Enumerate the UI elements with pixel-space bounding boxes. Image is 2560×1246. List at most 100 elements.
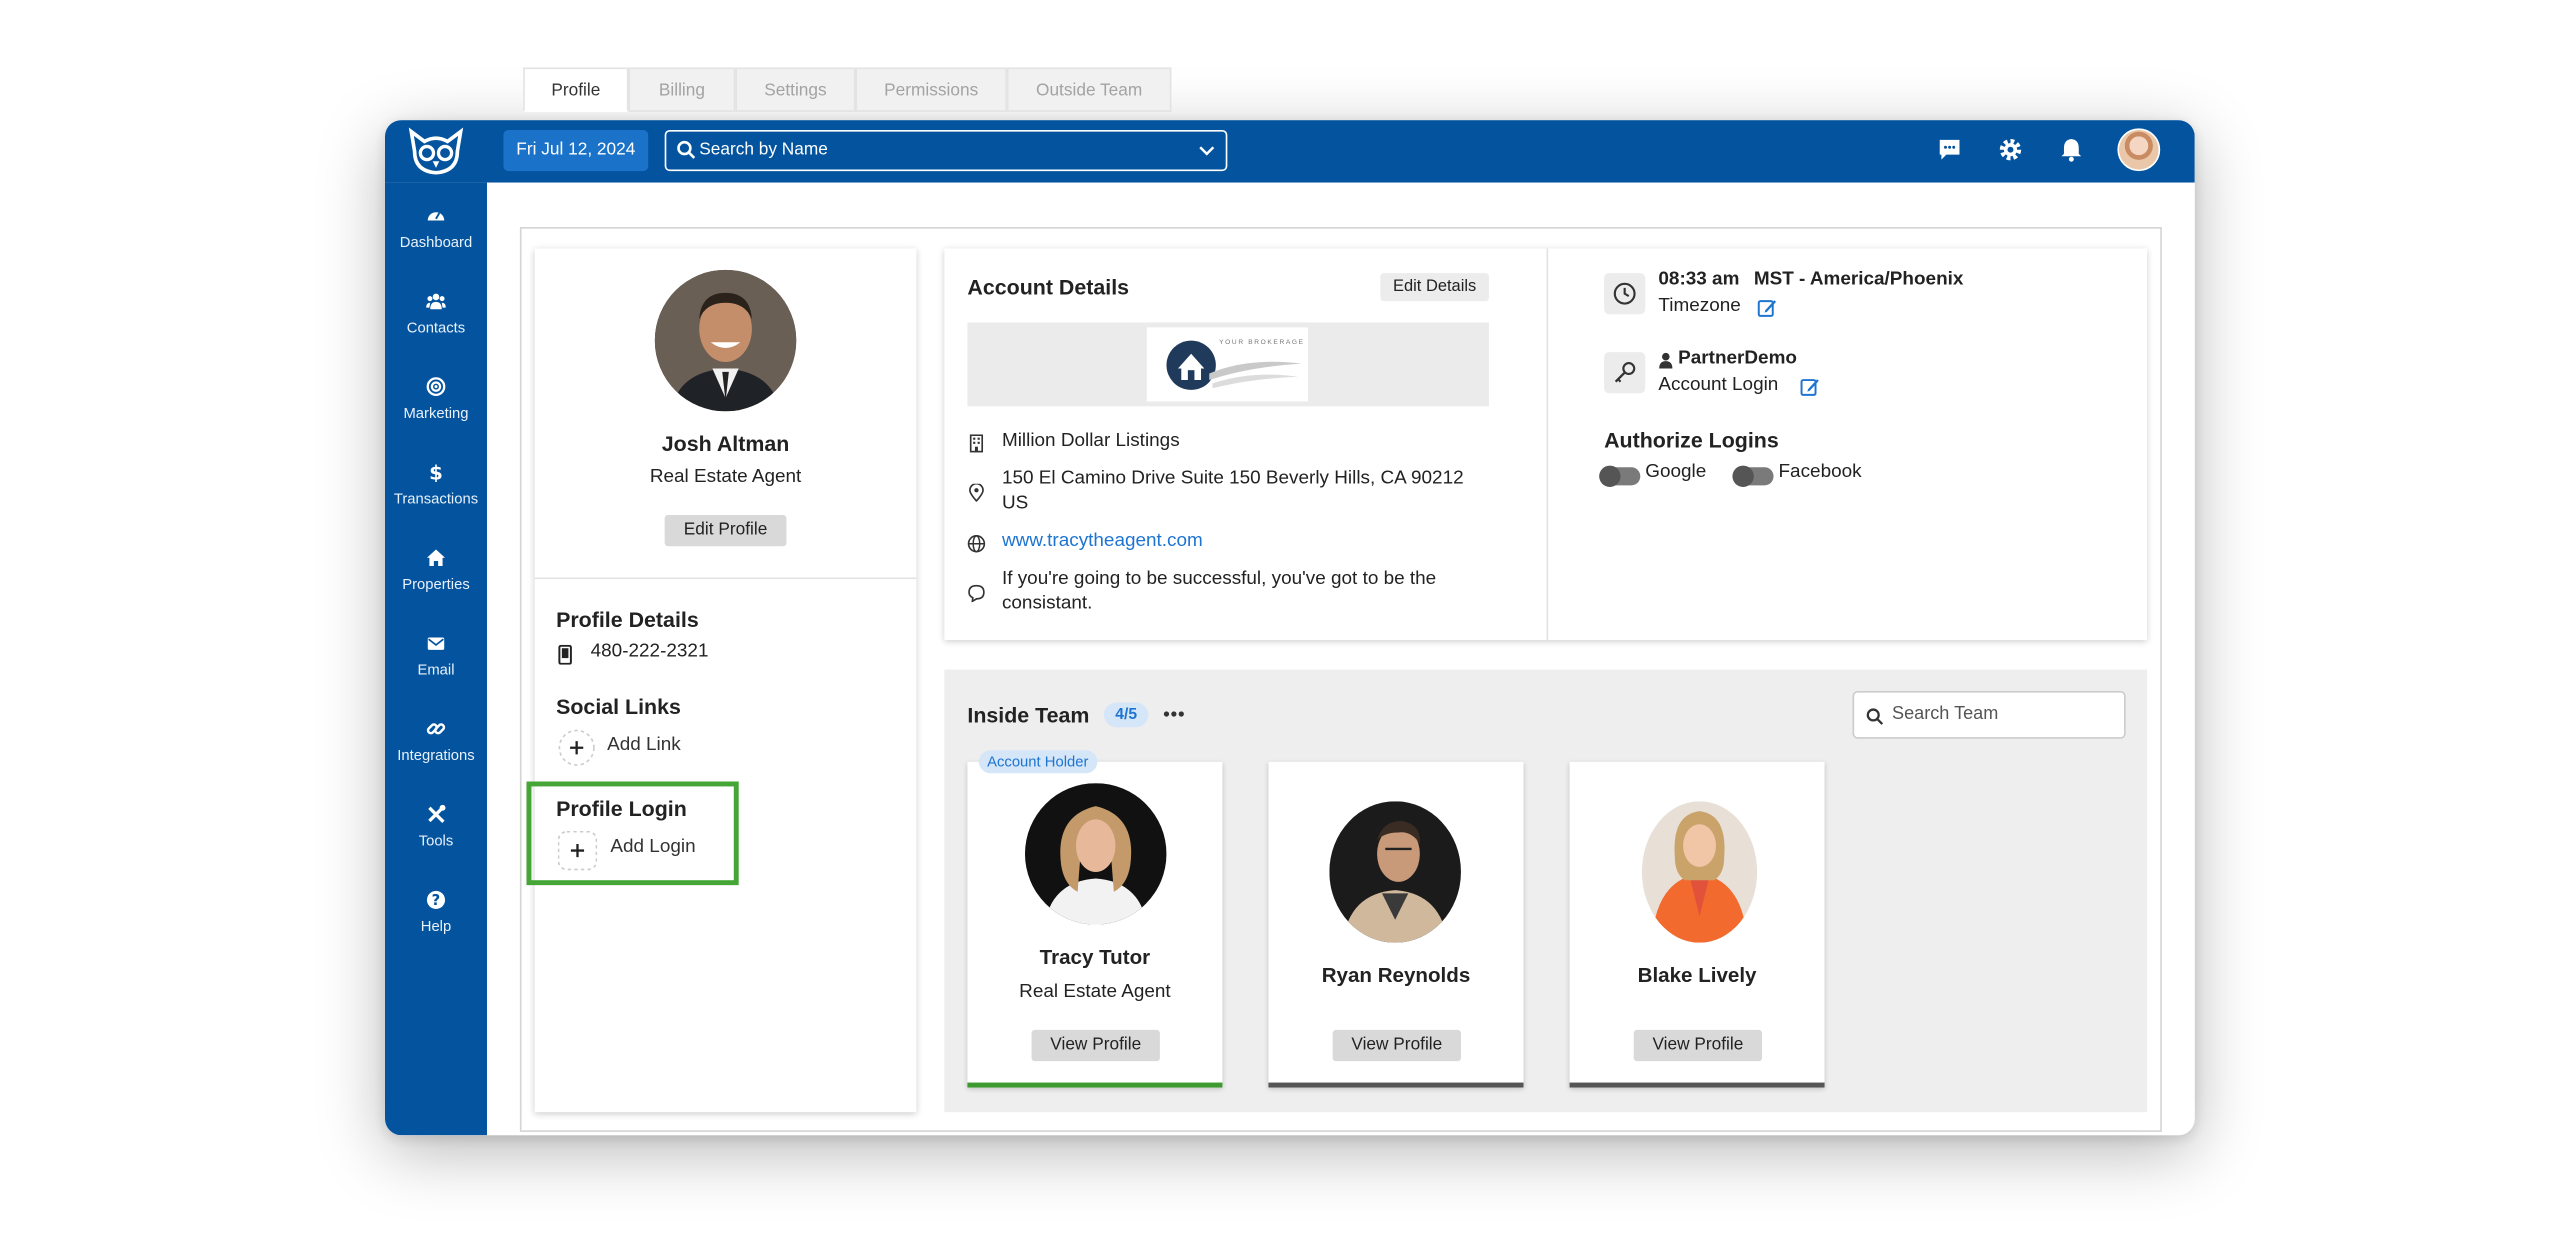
sidebar-item-label: Marketing bbox=[403, 404, 469, 422]
edit-details-button[interactable]: Edit Details bbox=[1380, 273, 1489, 302]
svg-text:?: ? bbox=[432, 892, 441, 909]
more-options-icon[interactable] bbox=[1163, 709, 1184, 719]
inside-team-title: Inside Team bbox=[967, 702, 1090, 728]
question-icon: ? bbox=[426, 890, 446, 909]
member-name: Tracy Tutor bbox=[1039, 946, 1151, 970]
tab-outside-team[interactable]: Outside Team bbox=[1006, 67, 1172, 112]
website-link[interactable]: www.tracytheagent.com bbox=[1002, 531, 1203, 551]
search-team-input[interactable]: Search Team bbox=[1852, 691, 2126, 739]
view-profile-button[interactable]: View Profile bbox=[1633, 1029, 1763, 1062]
chevron-down-icon[interactable] bbox=[1198, 141, 1216, 159]
sidebar-item-tools[interactable]: Tools bbox=[385, 804, 487, 871]
profile-login-title: Profile Login bbox=[556, 796, 687, 821]
add-link-button[interactable]: Add Link bbox=[607, 735, 681, 755]
divider bbox=[534, 577, 917, 580]
sidebar-item-label: Integrations bbox=[397, 746, 475, 764]
globe-icon bbox=[967, 535, 986, 553]
tools-icon bbox=[428, 804, 446, 823]
search-by-name-input[interactable]: Search by Name bbox=[664, 129, 1228, 172]
sidebar-item-help[interactable]: ? Help bbox=[385, 890, 487, 956]
sidebar-item-label: Email bbox=[417, 661, 455, 678]
member-photo bbox=[1024, 783, 1167, 925]
location-pin-icon bbox=[969, 483, 984, 502]
top-bar: Fri Jul 12, 2024 Search by Name bbox=[384, 120, 2195, 183]
current-time: 08:33 am bbox=[1658, 269, 1740, 290]
search-team-placeholder: Search Team bbox=[1892, 704, 1999, 724]
edit-login-icon[interactable] bbox=[1800, 377, 1820, 397]
member-status-bar bbox=[967, 1082, 1223, 1088]
sidebar-item-label: Tools bbox=[418, 832, 454, 849]
edit-timezone-icon[interactable] bbox=[1757, 298, 1777, 318]
tab-permissions[interactable]: Permissions bbox=[855, 67, 1007, 112]
speech-bubble-icon bbox=[968, 584, 985, 603]
sidebar-item-transactions[interactable]: $ Transactions bbox=[385, 462, 487, 528]
team-count-badge: 4/5 bbox=[1103, 702, 1149, 728]
facebook-toggle[interactable] bbox=[1732, 465, 1774, 487]
users-icon bbox=[426, 293, 446, 310]
view-profile-button[interactable]: View Profile bbox=[1332, 1029, 1461, 1062]
google-label: Google bbox=[1645, 462, 1707, 483]
profile-details-title: Profile Details bbox=[556, 607, 699, 632]
add-link-plus-icon[interactable] bbox=[558, 729, 596, 767]
tab-billing[interactable]: Billing bbox=[628, 67, 736, 112]
account-holder-badge: Account Holder bbox=[978, 750, 1097, 774]
member-status-bar bbox=[1569, 1082, 1825, 1088]
bell-icon[interactable] bbox=[2058, 137, 2084, 163]
company-name: Million Dollar Listings bbox=[1001, 431, 1180, 451]
tab-profile[interactable]: Profile bbox=[523, 67, 629, 112]
timezone-label: Timezone bbox=[1658, 296, 1741, 316]
sidebar-item-marketing[interactable]: Marketing bbox=[385, 377, 487, 443]
account-login-label: Account Login bbox=[1658, 375, 1779, 395]
user-avatar[interactable] bbox=[2117, 128, 2161, 172]
sidebar-item-email[interactable]: Email bbox=[385, 633, 487, 699]
member-photo-image bbox=[1024, 783, 1167, 925]
phone-icon bbox=[558, 644, 572, 665]
address: 150 El Camino Drive Suite 150 Beverly Hi… bbox=[1001, 468, 1464, 489]
sidebar-item-contacts[interactable]: Contacts bbox=[385, 291, 487, 357]
clock-icon-box bbox=[1604, 273, 1646, 315]
authorize-logins-title: Authorize Logins bbox=[1604, 427, 1779, 453]
add-login-plus-icon[interactable] bbox=[557, 830, 598, 871]
home-icon bbox=[426, 549, 446, 566]
account-details-title: Account Details bbox=[967, 274, 1130, 300]
sidebar-item-label: Contacts bbox=[406, 319, 466, 336]
sidebar-item-properties[interactable]: Properties bbox=[385, 548, 487, 614]
key-icon-box bbox=[1604, 352, 1646, 394]
member-name: Blake Lively bbox=[1637, 964, 1757, 988]
owl-logo-icon[interactable] bbox=[405, 127, 468, 176]
search-placeholder: Search by Name bbox=[699, 139, 828, 160]
sidebar-item-label: Dashboard bbox=[399, 233, 473, 251]
sidebar-item-integrations[interactable]: Integrations bbox=[385, 719, 487, 785]
user-icon bbox=[1659, 352, 1673, 369]
social-links-title: Social Links bbox=[556, 694, 681, 719]
search-icon bbox=[1866, 708, 1884, 725]
key-icon bbox=[1614, 362, 1636, 383]
motto-line-1: If you're going to be successful, you've… bbox=[1001, 569, 1437, 589]
clock-icon bbox=[1613, 282, 1636, 305]
address-country: US bbox=[1001, 493, 1029, 514]
date-chip[interactable]: Fri Jul 12, 2024 bbox=[503, 129, 649, 172]
add-login-button[interactable]: Add Login bbox=[610, 837, 695, 857]
link-icon bbox=[426, 723, 446, 735]
sidebar-item-label: Transactions bbox=[393, 490, 479, 507]
tab-settings[interactable]: Settings bbox=[735, 67, 856, 112]
google-toggle[interactable] bbox=[1599, 465, 1641, 487]
dollar-icon: $ bbox=[429, 462, 443, 482]
facebook-label: Facebook bbox=[1778, 462, 1862, 483]
timezone-name: MST - America/Phoenix bbox=[1753, 269, 1964, 290]
sidebar-item-label: Help bbox=[420, 918, 452, 935]
chat-icon[interactable] bbox=[1936, 137, 1962, 163]
logo-text: YOUR BROKERAGE bbox=[1219, 337, 1305, 346]
sidebar-item-dashboard[interactable]: Dashboard bbox=[385, 206, 487, 272]
account-divider bbox=[1546, 248, 1549, 640]
edit-profile-button[interactable]: Edit Profile bbox=[664, 514, 787, 547]
sidebar: Dashboard Contacts Marketing $ Transacti… bbox=[384, 182, 487, 1136]
view-profile-button[interactable]: View Profile bbox=[1031, 1029, 1160, 1062]
target-icon bbox=[426, 377, 446, 397]
profile-role: Real Estate Agent bbox=[649, 467, 802, 487]
envelope-icon bbox=[427, 637, 445, 650]
gear-icon[interactable] bbox=[1997, 137, 2023, 163]
login-name: PartnerDemo bbox=[1678, 348, 1797, 369]
search-icon bbox=[677, 140, 696, 159]
svg-text:$: $ bbox=[429, 462, 443, 482]
